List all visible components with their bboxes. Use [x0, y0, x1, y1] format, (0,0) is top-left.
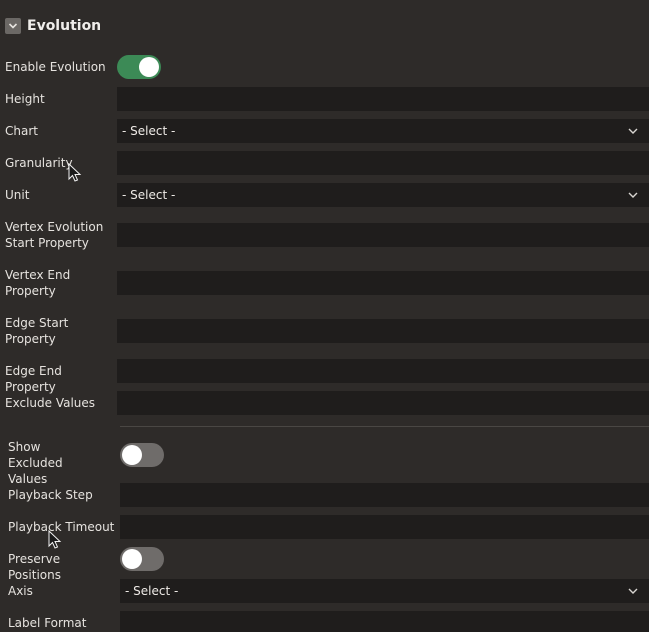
- toggle-knob: [122, 445, 142, 465]
- unit-select-value: - Select -: [122, 188, 176, 202]
- exclude-values-input[interactable]: [117, 391, 649, 415]
- edge-start-input[interactable]: [117, 319, 649, 343]
- chevron-down-icon: [628, 192, 638, 198]
- height-input[interactable]: [117, 87, 649, 111]
- enable-evolution-toggle[interactable]: [117, 55, 161, 79]
- chevron-down-icon: [628, 128, 638, 134]
- toggle-knob: [122, 549, 142, 569]
- label-format-input[interactable]: [120, 611, 649, 632]
- granularity-input[interactable]: [117, 151, 649, 175]
- axis-select-value: - Select -: [125, 584, 179, 598]
- vertex-evolution-start-input[interactable]: [117, 223, 649, 247]
- edge-end-input[interactable]: [117, 359, 649, 383]
- chevron-down-icon[interactable]: [5, 18, 21, 34]
- chart-label: Chart: [5, 124, 38, 138]
- vertex-end-input[interactable]: [117, 271, 649, 295]
- label-format-label: Label Format: [8, 616, 87, 630]
- edge-start-label: Edge Start Property: [5, 316, 69, 346]
- section-title: Evolution: [27, 18, 102, 34]
- show-excluded-label: Show Excluded Values: [8, 440, 63, 486]
- mouse-cursor-icon: [68, 163, 82, 182]
- chart-select-value: - Select -: [122, 124, 176, 138]
- vertex-end-label: Vertex End Property: [5, 268, 71, 298]
- axis-label: Axis: [8, 584, 33, 598]
- mouse-cursor-icon: [48, 530, 62, 549]
- height-label: Height: [5, 92, 45, 106]
- granularity-label: Granularity: [5, 156, 73, 170]
- vertex-evolution-start-label: Vertex Evolution Start Property: [5, 220, 104, 250]
- exclude-values-label: Exclude Values: [5, 396, 96, 410]
- show-excluded-toggle[interactable]: [120, 443, 164, 467]
- playback-timeout-label: Playback Timeout: [8, 520, 115, 534]
- preserve-positions-toggle[interactable]: [120, 547, 164, 571]
- playback-step-label: Playback Step: [8, 488, 93, 502]
- divider: [120, 426, 649, 427]
- evolution-section-header[interactable]: Evolution: [5, 16, 101, 36]
- unit-select[interactable]: - Select -: [117, 183, 649, 207]
- unit-label: Unit: [5, 188, 30, 202]
- edge-end-label: Edge End Property: [5, 364, 62, 394]
- enable-evolution-label: Enable Evolution: [5, 60, 106, 74]
- chevron-down-icon: [628, 588, 638, 594]
- toggle-knob: [139, 57, 159, 77]
- axis-select[interactable]: - Select -: [120, 579, 649, 603]
- playback-timeout-input[interactable]: [120, 515, 649, 539]
- preserve-positions-label: Preserve Positions: [8, 552, 61, 582]
- playback-step-input[interactable]: [120, 483, 649, 507]
- chart-select[interactable]: - Select -: [117, 119, 649, 143]
